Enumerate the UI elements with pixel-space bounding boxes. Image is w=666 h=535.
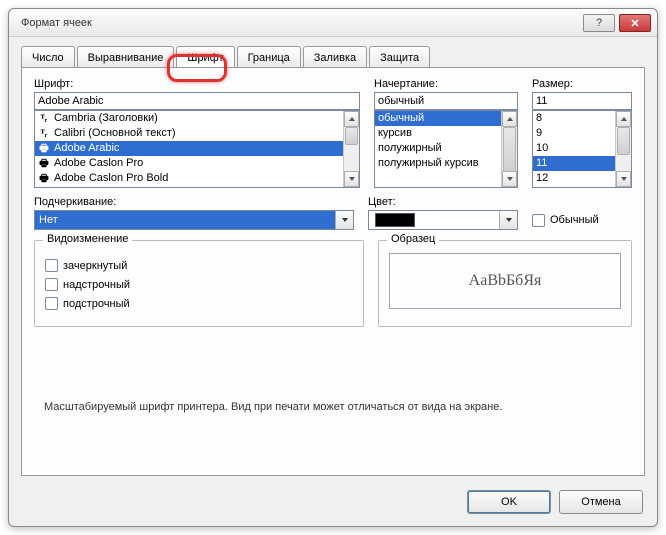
font-input[interactable]: Adobe Arabic [34,92,360,110]
sample-legend: Образец [387,233,439,245]
scroll-up-button[interactable] [502,111,517,127]
list-item[interactable]: курсив [375,126,501,141]
sample-preview: AaBbБбЯя [389,253,621,309]
ok-button[interactable]: OK [467,490,551,514]
list-item[interactable]: ᵀᵣCalibri (Основной текст) [35,126,343,141]
checkbox-box [532,214,545,227]
close-button[interactable] [619,14,651,32]
list-item[interactable]: 14 [533,186,615,188]
sample-group: Образец AaBbБбЯя [378,240,632,327]
scroll-up-button[interactable] [616,111,631,127]
tab-fill[interactable]: Заливка [303,46,367,68]
style-label: Начертание: [374,78,518,90]
scroll-down-button[interactable] [616,171,631,187]
scrollbar[interactable] [501,111,517,187]
footnote: Масштабируемый шрифт принтера. Вид при п… [44,401,502,413]
truetype-icon: ᵀᵣ [38,111,50,126]
scroll-down-button[interactable] [344,171,359,187]
scrollbar[interactable] [615,111,631,187]
scrollbar[interactable] [343,111,359,187]
list-item[interactable]: обычный [375,111,501,126]
color-label: Цвет: [368,196,518,208]
cancel-button[interactable]: Отмена [559,490,643,514]
scroll-thumb[interactable] [617,127,630,155]
font-listbox[interactable]: ᵀᵣCambria (Заголовки) ᵀᵣCalibri (Основно… [34,110,360,188]
effects-legend: Видоизменение [43,233,132,245]
color-combo[interactable] [368,210,518,230]
scroll-thumb[interactable] [345,127,358,145]
list-item[interactable]: 🖶Adobe Arabic [35,141,343,156]
font-label: Шрифт: [34,78,360,90]
window-title: Формат ячеек [21,17,583,29]
tab-protection[interactable]: Защита [369,46,430,68]
dropdown-button[interactable] [499,211,517,229]
truetype-icon: ᵀᵣ [38,126,50,141]
list-item[interactable]: полужирный [375,141,501,156]
underline-value: Нет [35,211,335,229]
color-swatch [375,213,415,227]
strikethrough-checkbox[interactable]: зачеркнутый [45,259,353,272]
list-item[interactable]: 10 [533,141,615,156]
list-item[interactable]: 12 [533,171,615,186]
tab-number[interactable]: Число [21,46,75,68]
list-item[interactable]: 🖶Adobe Caslon Pro [35,156,343,171]
superscript-checkbox[interactable]: надстрочный [45,278,353,291]
tab-alignment[interactable]: Выравнивание [77,46,175,68]
printer-font-icon: 🖶 [38,156,50,171]
list-item[interactable]: 🖶Adobe Devanagari [35,186,343,188]
normal-font-checkbox[interactable]: Обычный [532,214,599,227]
printer-font-icon: 🖶 [38,141,50,156]
svg-text:?: ? [596,18,602,28]
style-listbox[interactable]: обычный курсив полужирный полужирный кур… [374,110,518,188]
list-item[interactable]: 11 [533,156,615,171]
list-item[interactable]: 9 [533,126,615,141]
size-label: Размер: [532,78,632,90]
help-button[interactable]: ? [583,14,615,32]
printer-font-icon: 🖶 [38,186,50,188]
effects-group: Видоизменение зачеркнутый надстрочный по… [34,240,364,327]
tab-font[interactable]: Шрифт [176,46,234,68]
underline-label: Подчеркивание: [34,196,354,208]
subscript-checkbox[interactable]: подстрочный [45,297,353,310]
size-listbox[interactable]: 8 9 10 11 12 14 [532,110,632,188]
list-item[interactable]: полужирный курсив [375,156,501,171]
style-input[interactable]: обычный [374,92,518,110]
list-item[interactable]: ᵀᵣCambria (Заголовки) [35,111,343,126]
titlebar: Формат ячеек ? [9,9,657,37]
tab-border[interactable]: Граница [237,46,301,68]
scroll-up-button[interactable] [344,111,359,127]
scroll-thumb[interactable] [503,127,516,173]
tab-strip: Число Выравнивание Шрифт Граница Заливка… [21,46,645,68]
size-input[interactable]: 11 [532,92,632,110]
dropdown-button[interactable] [335,211,353,229]
underline-combo[interactable]: Нет [34,210,354,230]
list-item[interactable]: 🖶Adobe Caslon Pro Bold [35,171,343,186]
scroll-down-button[interactable] [502,171,517,187]
printer-font-icon: 🖶 [38,171,50,186]
list-item[interactable]: 8 [533,111,615,126]
